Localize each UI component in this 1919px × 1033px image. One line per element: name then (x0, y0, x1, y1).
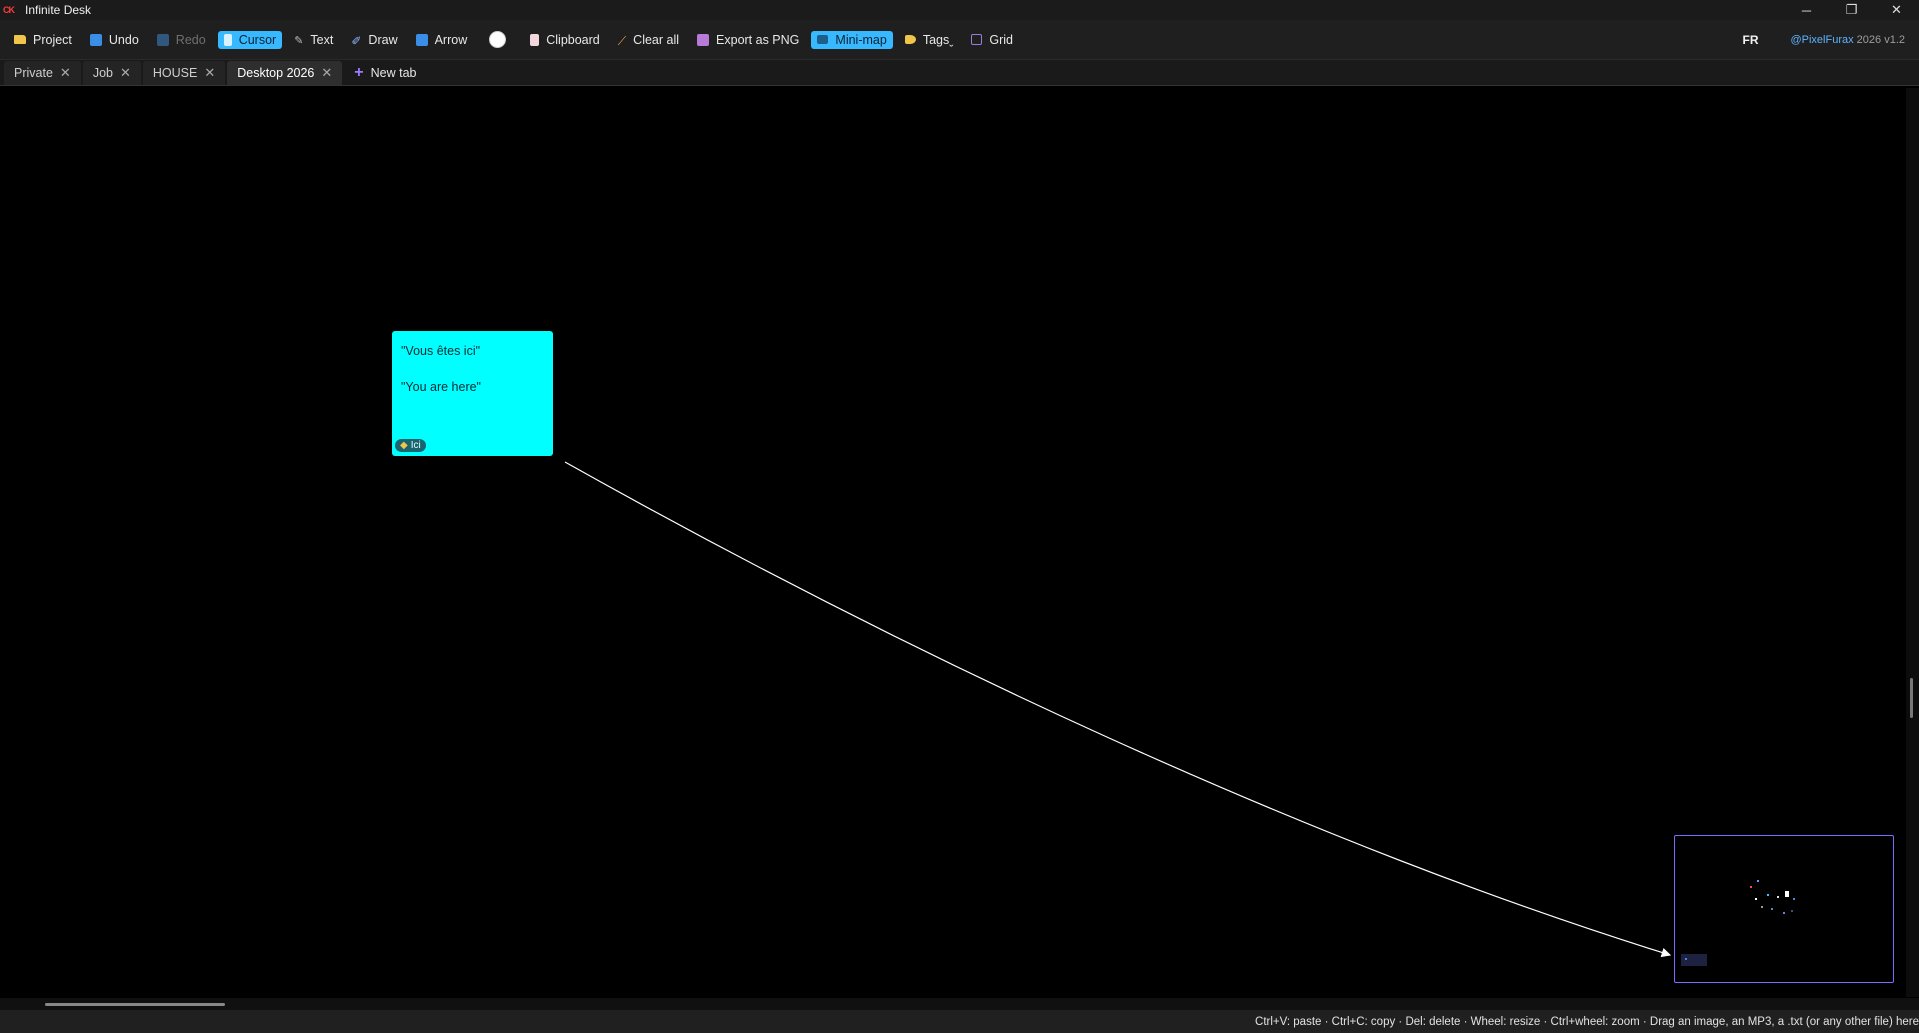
export-label: Export as PNG (716, 32, 800, 47)
draw-tool-button[interactable]: ✐ Draw (345, 31, 403, 49)
arrow-label: Arrow (434, 32, 468, 47)
text-label: Text (310, 32, 334, 47)
save-icon (697, 33, 710, 46)
app-logo-icon: CK (3, 5, 15, 15)
minimap-item (1793, 898, 1795, 900)
map-icon (817, 35, 829, 44)
note-tag-label: Ici (410, 440, 421, 451)
minimap-viewport[interactable] (1681, 954, 1707, 966)
close-icon[interactable]: ✕ (321, 65, 332, 81)
language-toggle[interactable]: FR (1742, 33, 1758, 47)
minimize-button[interactable]: ─ (1784, 0, 1829, 20)
new-tab-label: New tab (370, 66, 417, 80)
minimap-item (1750, 886, 1752, 888)
close-icon[interactable]: ✕ (120, 65, 131, 81)
vertical-scroll-thumb[interactable] (1910, 678, 1913, 718)
new-tab-button[interactable]: + New tab (344, 61, 426, 85)
tab-house[interactable]: HOUSE ✕ (142, 61, 226, 85)
close-icon[interactable]: ✕ (60, 65, 71, 81)
title-bar: CK Infinite Desk ─ ❐ ✕ (0, 0, 1919, 20)
minimap-item (1785, 891, 1789, 897)
tab-label: Job (92, 66, 113, 80)
folder-icon (14, 35, 26, 44)
redo-icon (156, 33, 169, 46)
maximize-button[interactable]: ❐ (1829, 0, 1874, 20)
project-label: Project (33, 32, 72, 47)
status-bar: Ctrl+V: paste · Ctrl+C: copy · Del: dele… (0, 1010, 1919, 1033)
sticky-note[interactable]: "Vous êtes ici" "You are here" ◆ Ici (392, 331, 553, 456)
undo-icon (89, 33, 102, 46)
draw-label: Draw (368, 32, 398, 47)
export-png-button[interactable]: Export as PNG (691, 31, 805, 49)
horizontal-scrollbar[interactable] (0, 998, 1919, 1010)
tab-desktop-2026[interactable]: Desktop 2026 ✕ (227, 61, 343, 85)
close-icon[interactable]: ✕ (204, 65, 215, 81)
shortcut-hints: Ctrl+V: paste · Ctrl+C: copy · Del: dele… (1255, 1015, 1919, 1028)
minimap-item (1685, 958, 1687, 960)
cursor-icon (223, 33, 232, 46)
clear-all-button[interactable]: ⟋ Clear all (612, 31, 685, 49)
tab-private[interactable]: Private ✕ (4, 61, 81, 85)
tab-label: Private (14, 66, 53, 80)
tab-label: HOUSE (152, 66, 198, 80)
note-text-fr: "Vous êtes ici" (401, 344, 481, 358)
cursor-label: Cursor (238, 32, 277, 47)
grid-label: Grid (989, 32, 1014, 47)
app-title: Infinite Desk (25, 3, 92, 17)
minimap[interactable] (1674, 835, 1894, 983)
vertical-scrollbar[interactable] (1906, 88, 1919, 997)
redo-button[interactable]: Redo (151, 31, 212, 49)
grid-icon (971, 34, 983, 45)
plus-icon: + (354, 64, 364, 81)
minimap-item (1777, 896, 1779, 898)
horizontal-scroll-thumb[interactable] (45, 1003, 225, 1006)
redo-label: Redo (175, 32, 206, 47)
minimap-label: Mini-map (835, 32, 887, 47)
minimap-item (1771, 908, 1773, 910)
clipboard-button[interactable]: Clipboard (524, 31, 606, 49)
clipboard-icon (530, 33, 540, 46)
brush-icon: ✐ (351, 33, 362, 48)
window-controls: ─ ❐ ✕ (1784, 0, 1919, 20)
arrow-tool-button[interactable]: Arrow (410, 31, 474, 49)
tab-label: Desktop 2026 (237, 66, 315, 80)
minimap-item (1783, 912, 1785, 914)
note-text-en: "You are here" (401, 380, 481, 394)
grid-toggle-button[interactable]: Grid (965, 31, 1019, 49)
credit-label: @PixelFurax 2026 v1.2 (1790, 34, 1905, 46)
arrow-icon (415, 33, 428, 46)
tab-job[interactable]: Job ✕ (82, 61, 141, 85)
minimap-item (1755, 898, 1757, 900)
minimap-item (1767, 894, 1769, 896)
tags-label: Tagsˬ (922, 32, 954, 47)
undo-button[interactable]: Undo (84, 31, 145, 49)
text-tool-button[interactable]: ✎ Text (288, 31, 339, 49)
minimap-toggle-button[interactable]: Mini-map (811, 30, 893, 49)
version-label: 2026 v1.2 (1853, 34, 1905, 46)
note-tag-badge[interactable]: ◆ Ici (395, 439, 426, 452)
credit-author: @PixelFurax (1790, 34, 1854, 46)
tab-bar: Private ✕ Job ✕ HOUSE ✕ Desktop 2026 ✕ +… (0, 60, 1919, 86)
text-pen-icon: ✎ (294, 34, 304, 47)
project-button[interactable]: Project (8, 31, 78, 49)
undo-label: Undo (108, 32, 139, 47)
tag-icon: ◆ (400, 440, 408, 451)
minimap-item (1757, 880, 1759, 882)
broom-icon: ⟋ (617, 33, 627, 48)
close-window-button[interactable]: ✕ (1874, 0, 1919, 20)
cursor-tool-button[interactable]: Cursor (217, 30, 283, 49)
tag-icon (904, 35, 916, 44)
color-picker-button[interactable] (489, 31, 507, 48)
minimap-item (1761, 906, 1763, 908)
minimap-item (1791, 910, 1793, 912)
infinite-canvas[interactable] (2, 88, 1906, 997)
clear-all-label: Clear all (633, 32, 680, 47)
toolbar-right: FR @PixelFurax 2026 v1.2 (1742, 20, 1919, 60)
tags-dropdown-button[interactable]: Tagsˬ (899, 31, 960, 49)
clipboard-label: Clipboard (546, 32, 600, 47)
toolbar: Project Undo Redo Cursor ✎ Text ✐ Draw A… (0, 20, 1919, 60)
